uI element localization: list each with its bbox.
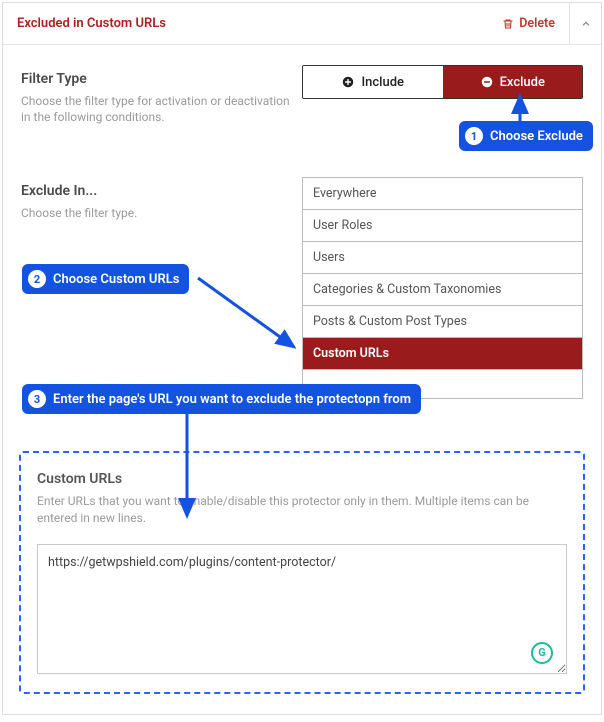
- callout-3: 3 Enter the page's URL you want to exclu…: [22, 384, 421, 414]
- list-item-users[interactable]: Users: [303, 242, 582, 274]
- list-item-posts[interactable]: Posts & Custom Post Types: [303, 306, 582, 338]
- exclude-button[interactable]: Exclude: [443, 66, 583, 98]
- delete-button[interactable]: Delete: [488, 16, 569, 31]
- exclude-label: Exclude: [500, 75, 545, 90]
- custom-urls-desc: Enter URLs that you want to enable/disab…: [37, 493, 567, 525]
- custom-urls-title: Custom URLs: [37, 471, 567, 487]
- custom-urls-section: Custom URLs Enter URLs that you want to …: [19, 451, 585, 693]
- callout-2-text: Choose Custom URLs: [53, 272, 179, 287]
- chevron-up-icon: [581, 19, 591, 29]
- plus-circle-icon: [341, 75, 355, 89]
- list-item-custom-urls[interactable]: Custom URLs: [303, 338, 582, 370]
- list-item-user-roles[interactable]: User Roles: [303, 210, 582, 242]
- delete-label: Delete: [519, 16, 555, 31]
- panel-title: Excluded in Custom URLs: [3, 16, 488, 31]
- exclude-in-desc: Choose the filter type.: [21, 205, 292, 221]
- exclude-in-list: Everywhere User Roles Users Categories &…: [302, 177, 583, 399]
- trash-icon: [502, 18, 514, 30]
- settings-panel: Excluded in Custom URLs Delete Filter Ty…: [2, 2, 602, 715]
- callout-1-text: Choose Exclude: [490, 129, 583, 144]
- collapse-button[interactable]: [569, 3, 601, 45]
- callout-3-num: 3: [28, 390, 46, 408]
- panel-header: Excluded in Custom URLs Delete: [3, 3, 601, 45]
- filter-type-desc: Choose the filter type for activation or…: [21, 93, 292, 125]
- filter-toggle: Include Exclude: [302, 65, 583, 99]
- list-item-categories[interactable]: Categories & Custom Taxonomies: [303, 274, 582, 306]
- custom-urls-textarea[interactable]: [37, 544, 567, 674]
- filter-type-title: Filter Type: [21, 71, 292, 87]
- callout-1-num: 1: [465, 127, 483, 145]
- exclude-in-title: Exclude In...: [21, 183, 292, 199]
- grammarly-icon[interactable]: G: [531, 642, 553, 664]
- callout-2-num: 2: [28, 270, 46, 288]
- include-label: Include: [361, 75, 404, 90]
- callout-2: 2 Choose Custom URLs: [22, 264, 189, 294]
- include-button[interactable]: Include: [303, 66, 443, 98]
- list-item-everywhere[interactable]: Everywhere: [303, 178, 582, 210]
- callout-3-text: Enter the page's URL you want to exclude…: [53, 392, 411, 407]
- minus-circle-icon: [480, 75, 494, 89]
- callout-1: 1 Choose Exclude: [459, 121, 593, 151]
